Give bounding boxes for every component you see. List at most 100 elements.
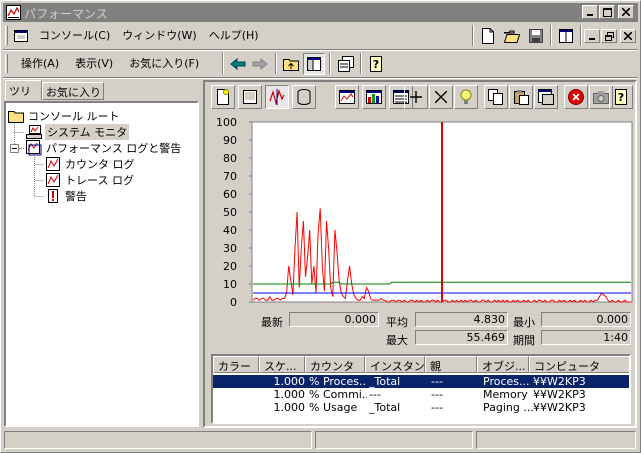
close-button[interactable] [618,5,634,19]
properties-icon [538,89,554,105]
tree-item-trace-log[interactable]: トレース ログ [46,172,134,188]
child-minimize-button[interactable] [584,29,600,43]
header-label: オブジ... [482,360,526,373]
legend-row[interactable]: 1.000% Commi... --- --- Memory ¥¥W2KP3 [213,388,629,401]
child-restore-button[interactable] [601,29,617,43]
monitor-help-button[interactable]: ? [609,85,633,109]
tree-item-counter-log[interactable]: カウンタ ログ [46,156,135,172]
new-counter-set-button[interactable] [211,85,235,109]
status-bar [3,430,638,450]
legend-cell-computer: ¥¥W2KP3 [533,375,586,388]
menu-favorites[interactable]: お気に入り(F) [123,55,205,73]
system-monitor-icon [26,125,42,139]
max-value: 55.469 [466,331,506,344]
legend-cell-computer: ¥¥W2KP3 [533,401,586,414]
header-parent[interactable]: 親 [425,356,477,373]
view-log-data-button[interactable] [292,85,316,109]
back-arrow-icon [230,58,246,70]
export-list-button[interactable] [335,53,357,75]
svg-text:?: ? [618,91,624,104]
help-button[interactable]: ? [365,53,387,75]
menu-console[interactable]: コンソール(C) [33,27,116,45]
legend-row[interactable]: 1.000% Usage _Total --- Paging ... ¥¥W2KP3 [213,401,629,414]
forward-button[interactable] [249,53,271,75]
help-icon: ? [370,56,382,72]
copy-properties-button[interactable] [484,85,508,109]
save-button[interactable] [525,25,547,47]
legend-cell-object: Memory [483,388,528,401]
paste-counter-list-button[interactable] [509,85,533,109]
y-tick-label: 50 [223,206,237,219]
header-color[interactable]: カラー [213,356,259,373]
legend-cell-counter: % Commi... [309,388,367,401]
legend-cell-instance: --- [369,388,381,401]
menu-help[interactable]: ヘルプ(H) [203,27,265,45]
help-icon: ? [615,89,627,105]
header-object[interactable]: オブジ... [477,356,529,373]
minimize-button[interactable] [582,5,598,19]
tab-favorites[interactable]: お気に入り [42,82,104,100]
stats-area: 最新 0.000 平均 4.830 最小 0.000 最大 55.469 期間 … [207,312,635,347]
new-counter-set-icon [217,89,229,105]
open-button[interactable] [501,25,523,47]
child-close-button[interactable] [620,29,636,43]
tree-item-console-root[interactable]: コンソール ルート [8,108,120,124]
clear-display-button[interactable] [238,85,262,109]
update-camera-icon [593,91,609,104]
header-counter[interactable]: カウンタ [305,356,365,373]
folder-icon [8,111,24,123]
freeze-display-button[interactable] [564,85,588,109]
new-document-icon [482,28,494,44]
tree-item-system-monitor[interactable]: システム モニタ [26,124,130,140]
export-list-icon [338,56,354,72]
new-window-button[interactable] [555,25,577,47]
log-data-icon [297,89,311,105]
view-current-activity-button[interactable] [265,85,289,109]
tree-item-label: 警告 [65,190,87,203]
header-instance[interactable]: インスタン... [365,356,425,373]
duration-value: 1:40 [603,331,628,344]
legend-cell-instance: _Total [369,401,401,414]
tree-item-label: トレース ログ [65,174,134,187]
paste-icon [514,90,529,105]
restore-icon [604,31,614,41]
header-computer[interactable]: コンピュータ [529,356,629,373]
y-tick-label: 30 [223,242,237,255]
tree-item-alerts[interactable]: 警告 [46,188,87,204]
menu-window[interactable]: ウィンドウ(W) [116,27,202,45]
view-histogram-button[interactable] [362,85,386,109]
tree-item-label: カウンタ ログ [65,158,135,171]
duration-label: 期間 [513,334,535,347]
maximize-button[interactable] [599,5,615,19]
legend-cell-computer: ¥¥W2KP3 [533,388,586,401]
tree-collapse-toggle[interactable] [10,144,19,153]
tab-tree[interactable]: ツリー [5,80,42,114]
up-one-level-button[interactable] [280,53,302,75]
tree-item-perf-logs-alerts[interactable]: パフォーマンス ログと警告 [26,140,181,156]
status-pane-3 [476,431,636,449]
tree-pane[interactable]: コンソール ルート システム モニタ パフォーマンス ログと警告 カウンタ ログ… [4,101,199,427]
legend-cell-counter: % Proces... [309,375,367,388]
view-graph-button[interactable] [335,85,359,109]
show-hide-tree-button[interactable] [303,53,325,75]
highlight-button[interactable] [454,85,478,109]
properties-button[interactable] [534,85,558,109]
y-tick-label: 100 [216,116,237,129]
menu-action[interactable]: 操作(A) [15,55,65,73]
tree-root-label: コンソール ルート [28,110,120,123]
monitor-toolbar-right: ? [404,85,634,109]
legend-row[interactable]: 1.000% Proces... _Total --- Proces... ¥¥W2KP… [213,375,629,388]
add-button[interactable] [404,85,428,109]
legend-rows: 1.000% Proces... _Total --- Proces... ¥¥W2KP… [213,375,629,414]
back-button[interactable] [227,53,249,75]
header-scale[interactable]: スケ... [259,356,305,373]
counter-legend[interactable]: カラー スケ... カウンタ インスタン... 親 オブジ... コンピュータ … [211,354,631,424]
menu-view[interactable]: 表示(V) [69,55,119,73]
new-button[interactable] [477,25,499,47]
y-tick-label: 10 [223,278,237,291]
graph-view-icon [339,90,355,104]
status-pane-2 [315,431,473,449]
title-bar[interactable]: パフォーマンス [3,3,638,22]
performance-graph[interactable]: 1009080706050403020100 [207,112,635,312]
delete-button[interactable] [429,85,453,109]
